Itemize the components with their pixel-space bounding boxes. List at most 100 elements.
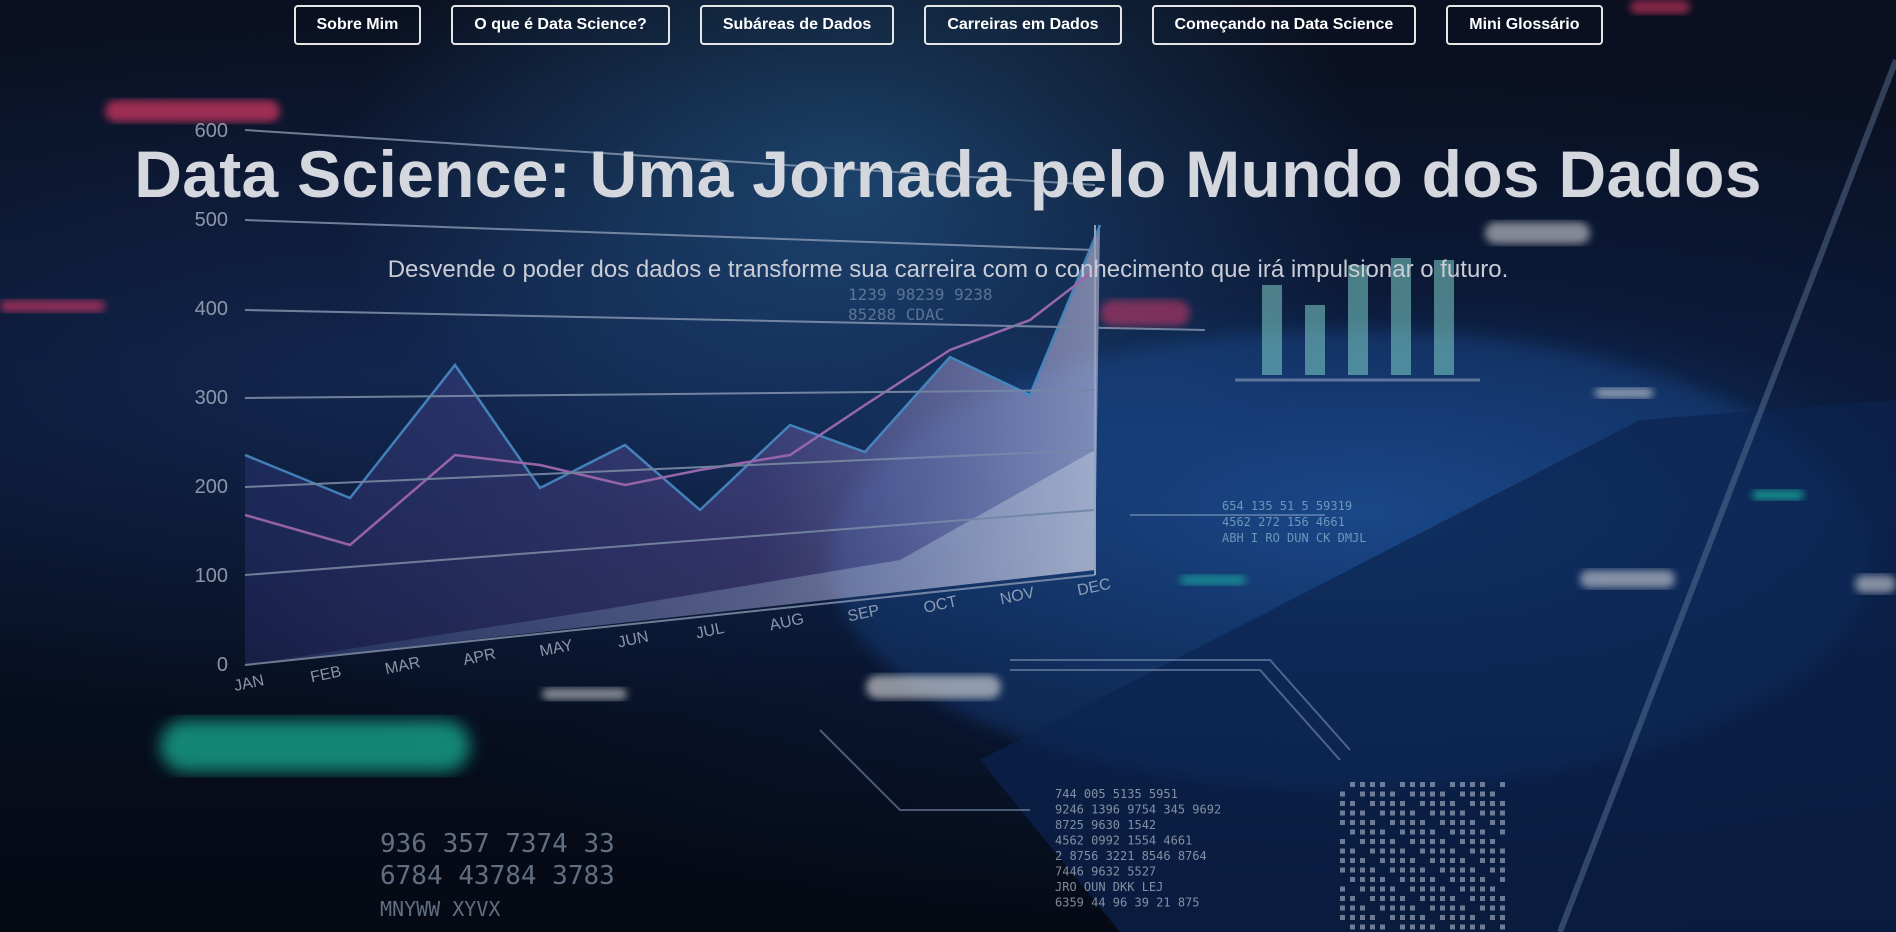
chart-x-tick-label: FEB	[309, 663, 343, 686]
dot	[1340, 810, 1345, 816]
dot	[1420, 924, 1425, 930]
dot	[1400, 820, 1405, 825]
dot	[1490, 791, 1495, 797]
background-number-line: 744 005 5135 5951	[1055, 787, 1178, 801]
dot	[1400, 915, 1405, 920]
dot	[1440, 791, 1445, 797]
chart-x-tick-label: MAR	[384, 654, 422, 678]
nav-button-carreiras-em-dados[interactable]: Carreiras em Dados	[924, 5, 1122, 45]
dot	[1500, 810, 1505, 816]
dot	[1460, 810, 1465, 816]
dot	[1390, 896, 1395, 901]
dot	[1460, 886, 1465, 892]
dot	[1430, 886, 1435, 892]
dot	[1450, 848, 1455, 854]
chart-gridline	[244, 219, 1096, 251]
dot	[1480, 791, 1485, 797]
dot	[1370, 829, 1375, 835]
dot	[1460, 877, 1465, 882]
dot	[1350, 782, 1355, 787]
dot	[1440, 848, 1445, 854]
dot	[1480, 905, 1485, 911]
dot	[1490, 848, 1495, 854]
dot	[1410, 877, 1415, 882]
background-number-line: 654 135 51 5 59319	[1222, 499, 1352, 513]
dot	[1350, 877, 1355, 882]
dot	[1450, 896, 1455, 901]
dot	[1450, 829, 1455, 835]
dot	[1450, 801, 1455, 806]
light-streak	[0, 300, 105, 312]
dot	[1420, 886, 1425, 892]
chart-x-tick-label: JUL	[694, 620, 725, 643]
dot	[1480, 848, 1485, 854]
dot	[1440, 820, 1445, 825]
dot	[1440, 905, 1445, 911]
main-navigation: Sobre Mim O que é Data Science? Subáreas…	[0, 5, 1896, 45]
dot	[1400, 905, 1405, 911]
dot	[1350, 810, 1355, 816]
dot	[1470, 829, 1475, 835]
dot	[1380, 801, 1385, 806]
dot	[1460, 820, 1465, 825]
chart-y-tick-label: 0	[217, 654, 228, 676]
light-streak	[1580, 570, 1675, 588]
dot	[1500, 820, 1505, 825]
dot	[1420, 829, 1425, 835]
dot	[1370, 791, 1375, 797]
background-number-line: 4562 0992 1554 4661	[1055, 834, 1192, 848]
dot	[1350, 829, 1355, 835]
dot	[1430, 848, 1435, 854]
dot	[1430, 896, 1435, 901]
dot	[1340, 848, 1345, 854]
nav-button-o-que-e-data-science[interactable]: O que é Data Science?	[451, 5, 670, 45]
dot	[1470, 848, 1475, 854]
dot	[1450, 782, 1455, 787]
dot	[1350, 867, 1355, 873]
dot	[1400, 782, 1405, 787]
dot	[1400, 810, 1405, 816]
dot	[1350, 915, 1355, 920]
nav-button-mini-glossario[interactable]: Mini Glossário	[1446, 5, 1603, 45]
dot	[1440, 915, 1445, 920]
dot	[1350, 820, 1355, 825]
dot	[1470, 896, 1475, 901]
dot	[1390, 867, 1395, 873]
dot	[1410, 915, 1415, 920]
dot	[1500, 896, 1505, 901]
dot	[1430, 810, 1435, 816]
light-streak	[1595, 388, 1653, 398]
dot	[1480, 858, 1485, 863]
background-numbers-left: 936 357 7374 336784 43784 3783 MNYWW XYVX	[380, 829, 615, 921]
dot	[1470, 820, 1475, 825]
dot	[1460, 791, 1465, 797]
dot	[1500, 782, 1505, 787]
nav-button-subareas-de-dados[interactable]: Subáreas de Dados	[699, 5, 895, 45]
background-number-line: 8725 9630 1542	[1055, 818, 1156, 832]
background-number-line: 7446 9632 5527	[1055, 865, 1156, 879]
dot	[1380, 839, 1385, 844]
dot	[1360, 810, 1365, 816]
light-streak	[866, 675, 1001, 699]
dot	[1370, 867, 1375, 873]
dot	[1490, 905, 1495, 911]
dot	[1380, 848, 1385, 854]
nav-button-sobre-mim[interactable]: Sobre Mim	[293, 5, 422, 45]
dot	[1460, 839, 1465, 844]
nav-button-comecando-na-data-science[interactable]: Começando na Data Science	[1151, 5, 1417, 45]
dot	[1340, 905, 1345, 911]
dot	[1430, 839, 1435, 844]
dot	[1500, 915, 1505, 920]
background-numbers-right: 654 135 51 5 59319 4562 272 156 4661 ABH I…	[1222, 499, 1367, 545]
dot	[1390, 858, 1395, 863]
dot	[1400, 858, 1405, 863]
dot	[1370, 886, 1375, 892]
dot	[1480, 782, 1485, 787]
dot	[1490, 820, 1495, 825]
dot	[1370, 896, 1375, 901]
dot	[1500, 848, 1505, 854]
dot	[1400, 829, 1405, 835]
dot	[1340, 820, 1345, 825]
dot	[1390, 905, 1395, 911]
dot	[1410, 791, 1415, 797]
